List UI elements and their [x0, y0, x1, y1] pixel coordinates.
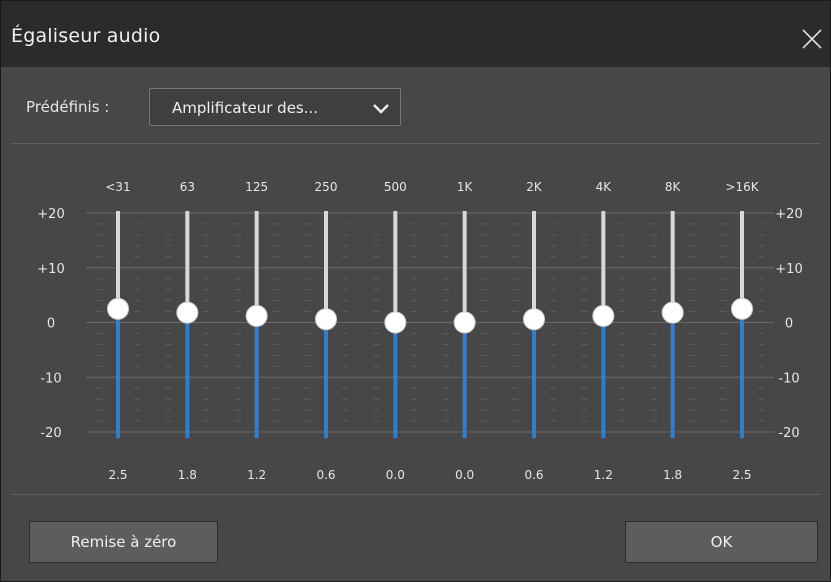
slider-fill: [740, 308, 744, 438]
band-value-label: 1.8: [178, 468, 197, 482]
band-frequency-label: >16K: [725, 180, 759, 194]
scale-label-right: +20: [775, 207, 802, 222]
slider-track: [670, 211, 675, 313]
band-value-label: 1.2: [594, 468, 613, 482]
slider-track: [532, 211, 536, 320]
slider-track: [116, 211, 120, 309]
slider-knob[interactable]: [592, 304, 615, 327]
slider-track: [601, 211, 606, 316]
band-frequency-label: 63: [180, 180, 195, 194]
slider-track: [393, 211, 398, 323]
band-frequency-label: 125: [245, 180, 268, 194]
band-frequency-label: 250: [315, 180, 338, 194]
slider-track: [324, 211, 328, 320]
slider-knob[interactable]: [245, 304, 268, 327]
equalizer-dialog: Égaliseur audio Prédéfinis : Amplificate…: [0, 0, 831, 582]
band-value-label: 0.0: [386, 468, 405, 482]
slider-knob[interactable]: [384, 311, 407, 334]
scale-label-left: +20: [37, 207, 64, 222]
reset-button[interactable]: Remise à zéro: [29, 521, 218, 563]
band-value-label: 0.6: [316, 468, 335, 482]
slider-knob[interactable]: [453, 311, 476, 334]
band-frequency-label: 4K: [596, 180, 613, 194]
ok-button[interactable]: OK: [625, 521, 818, 563]
scale-label-left: -10: [40, 371, 61, 386]
scale-label-right: +10: [775, 262, 802, 277]
band-value-label: 1.8: [663, 468, 682, 482]
slider-fill: [254, 315, 259, 438]
band-value-label: 2.5: [732, 468, 751, 482]
band-value-label: 1.2: [247, 468, 266, 482]
scale-label-left: -20: [40, 426, 61, 441]
slider-track: [185, 211, 190, 313]
band-frequency-label: <31: [105, 180, 130, 194]
slider-knob[interactable]: [315, 308, 337, 331]
slider-fill: [185, 312, 190, 438]
slider-fill: [601, 315, 606, 438]
band-value-label: 0.6: [524, 468, 543, 482]
scale-label-right: 0: [785, 317, 793, 332]
band-frequency-label: 500: [384, 180, 407, 194]
slider-fill: [532, 319, 536, 438]
equalizer-panel: +20 +20 +10 +10 0 0 -10 -10 -20 -20 <31 2.5 63 1.8 125…: [37, 180, 802, 482]
slider-track: [740, 211, 744, 309]
scale-label-right: -20: [778, 426, 799, 441]
divider: [11, 494, 820, 495]
slider-knob[interactable]: [176, 301, 199, 324]
band-frequency-label: 1K: [457, 180, 474, 194]
slider-knob[interactable]: [523, 308, 545, 331]
slider-knob[interactable]: [107, 297, 129, 320]
scale-label-left: +10: [37, 262, 64, 277]
scale-label-right: -10: [778, 371, 799, 386]
band-frequency-label: 8K: [665, 180, 682, 194]
slider-knob[interactable]: [661, 301, 684, 324]
slider-knob[interactable]: [731, 297, 753, 320]
band-value-label: 0.0: [455, 468, 474, 482]
scale-label-left: 0: [47, 317, 55, 332]
slider-fill: [462, 322, 467, 438]
band-value-label: 2.5: [108, 468, 127, 482]
band-frequency-label: 2K: [526, 180, 543, 194]
slider-fill: [116, 308, 120, 438]
slider-track: [254, 211, 259, 316]
slider-fill: [324, 319, 328, 438]
slider-fill: [393, 322, 398, 438]
slider-fill: [670, 312, 675, 438]
slider-track: [462, 211, 467, 323]
